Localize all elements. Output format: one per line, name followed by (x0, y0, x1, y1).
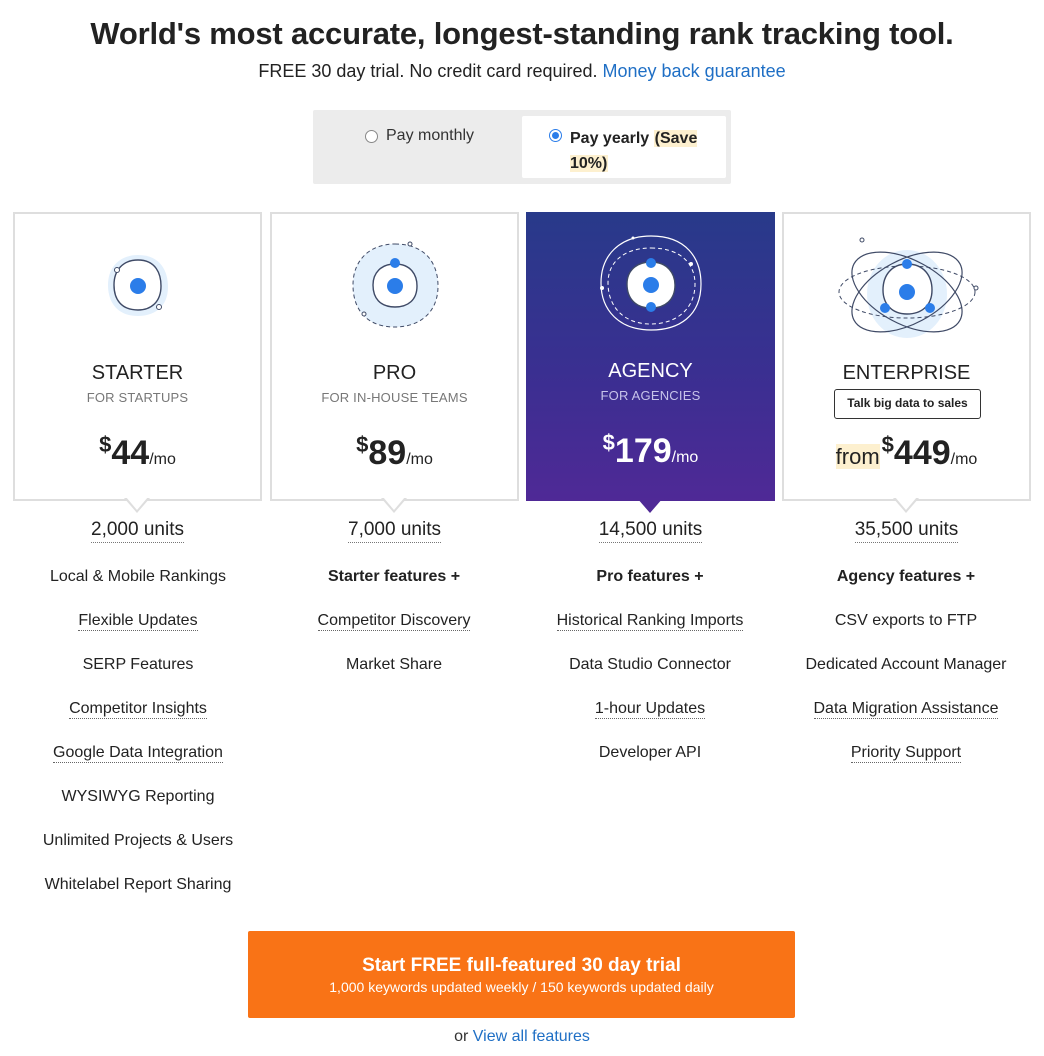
feature-item[interactable]: 1-hour Updates (522, 699, 778, 743)
pay-monthly-radio[interactable] (365, 129, 378, 143)
enterprise-feature-list: Agency features + CSV exports to FTP Ded… (778, 567, 1034, 787)
view-features-line: or View all features (454, 1028, 590, 1045)
enterprise-orbit-icon (784, 230, 1029, 340)
feature-item[interactable]: Priority Support (778, 743, 1034, 787)
card-pointer (893, 497, 919, 513)
feature-item[interactable]: Data Migration Assistance (778, 699, 1034, 743)
cta-title: Start FREE full-featured 30 day trial (362, 955, 681, 976)
page-subtitle: FREE 30 day trial. No credit card requir… (0, 61, 1044, 82)
money-back-link[interactable]: Money back guarantee (603, 61, 786, 81)
trial-note: FREE 30 day trial. No credit card requir… (258, 61, 598, 81)
plan-units[interactable]: 7,000 units (270, 519, 519, 543)
feature-item: Data Studio Connector (569, 656, 731, 673)
agency-orbit-icon (526, 228, 775, 338)
plan-price: $179/mo (602, 430, 699, 470)
plan-price: $89/mo (356, 432, 433, 472)
plan-name: AGENCY (608, 360, 693, 382)
plan-card-pro: PRO FOR IN-HOUSE TEAMS $89/mo (270, 212, 519, 501)
plan-units[interactable]: 35,500 units (782, 519, 1031, 543)
cta-subtitle: 1,000 keywords updated weekly / 150 keyw… (329, 979, 714, 995)
plan-card-enterprise: ENTERPRISE Talk big data to sales from$4… (782, 212, 1031, 501)
feature-item: WYSIWYG Reporting (61, 788, 215, 805)
starter-orbit-icon (15, 230, 260, 340)
pro-feature-list: Starter features + Competitor Discovery … (266, 567, 522, 699)
feature-item: Agency features + (836, 568, 976, 585)
plan-name: PRO (372, 362, 417, 384)
plan-tagline: FOR IN-HOUSE TEAMS (321, 390, 468, 405)
agency-feature-list: Pro features + Historical Ranking Import… (522, 567, 778, 787)
starter-feature-list: Local & Mobile Rankings Flexible Updates… (10, 567, 266, 919)
plan-units[interactable]: 14,500 units (526, 519, 775, 543)
feature-item[interactable]: Historical Ranking Imports (522, 611, 778, 655)
plan-card-agency: AGENCY FOR AGENCIES $179/mo (526, 212, 775, 501)
card-pointer (124, 497, 150, 513)
feature-item: Dedicated Account Manager (805, 656, 1007, 673)
plan-price: $44/mo (99, 432, 176, 472)
card-pointer (381, 497, 407, 513)
feature-item: Pro features + (596, 568, 704, 585)
page-title: World's most accurate, longest-standing … (90, 16, 954, 51)
card-pointer (637, 498, 663, 513)
feature-item[interactable]: Flexible Updates (10, 611, 266, 655)
pay-monthly-option[interactable]: Pay monthly (365, 127, 474, 145)
billing-toggle: Pay monthly Pay yearly (Save 10%) (313, 110, 731, 184)
feature-item: CSV exports to FTP (834, 612, 978, 629)
pay-yearly-radio[interactable] (549, 129, 562, 142)
pay-yearly-label: Pay yearly (Save 10%) (570, 130, 698, 172)
plan-price: from$449/mo (835, 432, 978, 472)
feature-item[interactable]: Google Data Integration (10, 743, 266, 787)
plan-tagline: FOR AGENCIES (600, 388, 701, 403)
pay-monthly-label: Pay monthly (386, 127, 475, 144)
feature-item: Starter features + (327, 568, 461, 585)
talk-to-sales-button[interactable]: Talk big data to sales (834, 389, 981, 419)
feature-item: SERP Features (82, 656, 194, 673)
feature-item: Developer API (598, 744, 702, 761)
feature-item: Whitelabel Report Sharing (44, 876, 232, 893)
feature-item: Market Share (345, 656, 443, 673)
view-all-features-link[interactable]: View all features (473, 1028, 590, 1045)
plan-card-starter: STARTER FOR STARTUPS $44/mo (13, 212, 262, 501)
feature-item[interactable]: Competitor Insights (10, 699, 266, 743)
feature-item: Local & Mobile Rankings (49, 568, 227, 585)
plan-name: STARTER (91, 362, 184, 384)
plan-tagline: FOR STARTUPS (86, 390, 189, 405)
feature-item: Unlimited Projects & Users (42, 832, 234, 849)
pro-orbit-icon (272, 230, 517, 340)
start-trial-button[interactable]: Start FREE full-featured 30 day trial 1,… (248, 931, 795, 1018)
plan-units[interactable]: 2,000 units (13, 519, 262, 543)
pay-yearly-option[interactable]: Pay yearly (Save 10%) (522, 116, 726, 178)
feature-item[interactable]: Competitor Discovery (266, 611, 522, 655)
plan-name: ENTERPRISE (842, 362, 971, 384)
